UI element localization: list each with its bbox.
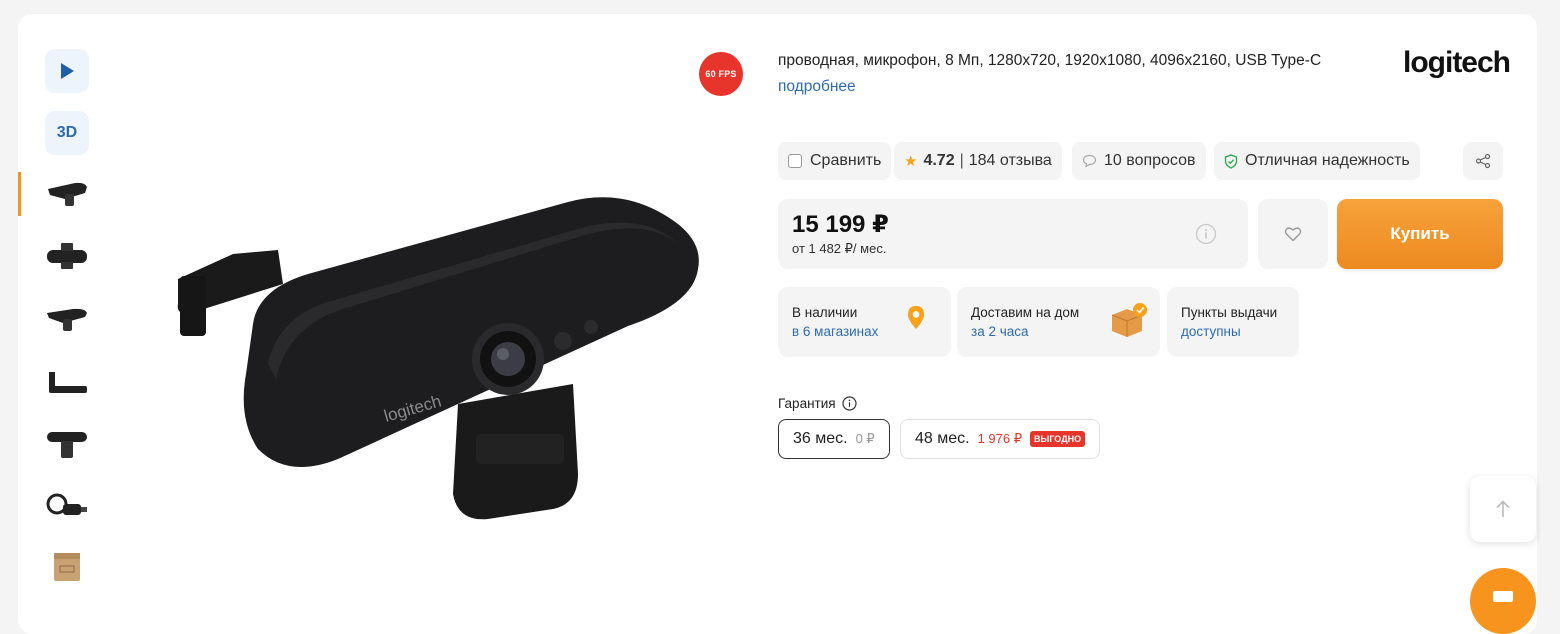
scroll-top-button[interactable] [1470,476,1536,542]
questions-count: 10 вопросов [1104,152,1196,169]
favorite-button[interactable] [1258,199,1328,269]
share-button[interactable] [1463,142,1503,180]
more-details-link[interactable]: подробнее [778,78,856,96]
availability-link[interactable]: доступны [1181,324,1241,339]
price-box: 15 199 ₽ от 1 482 ₽/ мес. [778,199,1248,269]
product-specs: проводная, микрофон, 8 Мп, 1280x720, 192… [778,52,1322,69]
availability-delivery-card[interactable]: Доставим на дом за 2 часа [957,287,1160,357]
warranty-price: 1 976 ₽ [977,431,1023,446]
buy-button[interactable]: Купить [1337,199,1503,269]
chat-icon [1493,591,1513,602]
gallery-thumb[interactable] [45,359,89,403]
warranty-term: 36 мес. [793,430,848,447]
warranty-price: 0 ₽ [855,431,875,446]
arrow-up-icon [1496,500,1510,517]
warranty-option-48[interactable]: 48 мес. 1 976 ₽ ВЫГОДНО [900,419,1101,459]
warranty-info-icon[interactable] [841,396,857,411]
availability-title: В наличии [792,305,858,320]
video-thumb[interactable] [45,49,89,93]
rating-value: 4.72 [923,152,955,169]
compare-chip[interactable]: Сравнить [778,142,892,180]
availability-title: Пункты выдачи [1181,305,1278,320]
map-pin-icon [908,306,924,329]
reliability-label: Отличная надежность [1245,152,1410,169]
price-info-icon[interactable] [1195,223,1217,250]
share-icon [1475,153,1491,169]
gallery-thumb[interactable] [45,172,89,216]
fps-badge: 60 FPS [699,52,743,96]
heart-icon [1284,227,1302,242]
profit-badge: ВЫГОДНО [1030,431,1086,447]
chat-bubble-icon [1082,154,1097,168]
three-d-thumb[interactable]: 3D [45,111,89,155]
product-image[interactable]: logitech [158,164,718,524]
credit-price[interactable]: от 1 482 ₽/ мес. [792,241,886,257]
rating-chip[interactable]: ★ 4.72 | 184 отзыва [894,142,1062,180]
brand-logo[interactable]: logitech [1403,46,1511,80]
gallery-thumb[interactable] [45,296,89,340]
warranty-title: Гарантия [778,396,836,411]
gallery-thumb[interactable] [45,234,89,278]
warranty-option-36[interactable]: 36 мес. 0 ₽ [778,419,890,459]
compare-checkbox[interactable] [788,154,802,168]
warranty-term: 48 мес. [915,430,970,447]
gallery-thumb[interactable] [45,421,89,465]
price-value: 15 199 ₽ [792,211,889,238]
availability-pickup-card[interactable]: Пункты выдачи доступны [1167,287,1299,357]
reliability-chip[interactable]: Отличная надежность [1214,142,1420,180]
gallery-thumb[interactable] [45,483,89,527]
rating-separator: | [959,152,964,169]
star-icon: ★ [904,153,918,170]
active-thumb-indicator [18,172,21,216]
three-d-label: 3D [56,124,78,141]
gallery-thumb[interactable] [45,545,89,589]
warranty-label: Гарантия [778,396,857,411]
compare-label: Сравнить [810,152,882,169]
availability-link[interactable]: в 6 магазинах [792,324,878,339]
product-card: 3D 60 FPS logitech проводная, микрофон, … [18,14,1537,634]
shield-check-icon [1224,153,1238,169]
gallery-thumbnails: 3D [18,14,118,634]
availability-link[interactable]: за 2 часа [971,324,1029,339]
reviews-count: 184 отзыва [968,152,1052,169]
chat-button[interactable] [1470,568,1536,634]
play-icon [61,63,74,79]
availability-stock-card[interactable]: В наличии в 6 магазинах [778,287,951,357]
questions-chip[interactable]: 10 вопросов [1072,142,1206,180]
delivery-box-icon [1111,303,1147,337]
availability-title: Доставим на дом [971,305,1080,320]
